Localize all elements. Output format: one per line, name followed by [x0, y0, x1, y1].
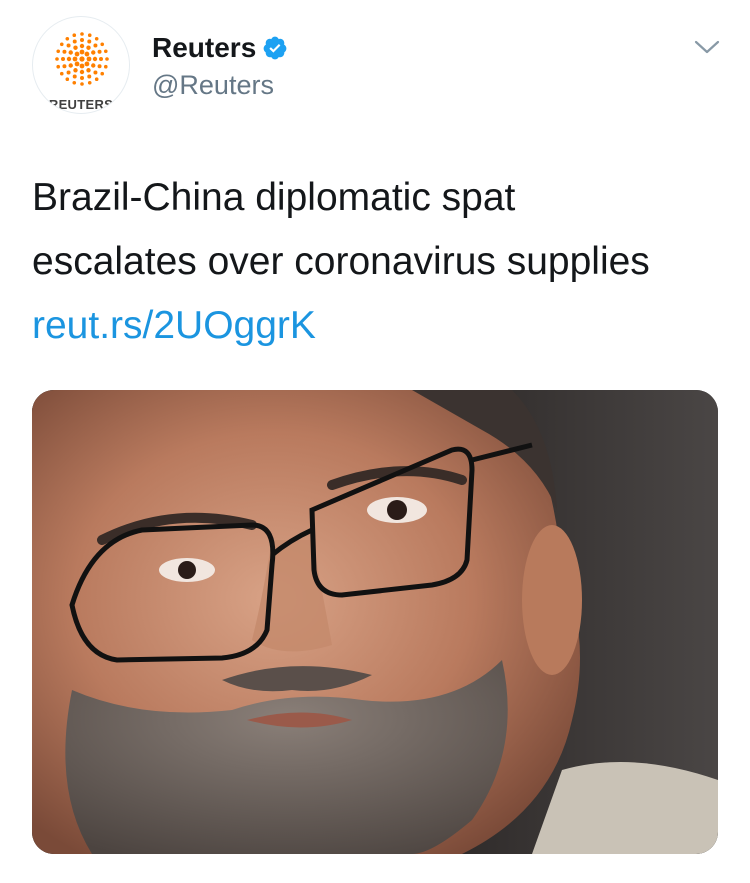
display-name[interactable]: Reuters	[152, 30, 256, 66]
name-row: Reuters	[152, 30, 288, 66]
user-handle[interactable]: @Reuters	[152, 68, 274, 102]
tweet-card[interactable]: REUTERS Reuters @Reuters Brazil-China di…	[0, 0, 750, 883]
avatar-label: REUTERS	[48, 97, 114, 112]
tweet-text: Brazil-China diplomatic spat escalates o…	[32, 166, 722, 358]
tweet-text-line: Brazil-China diplomatic spat	[32, 176, 516, 219]
chevron-down-icon[interactable]	[692, 36, 722, 58]
tweet-text-line: escalates over coronavirus supplies	[32, 240, 650, 283]
verified-badge-icon	[262, 35, 288, 61]
photo-of-man-with-glasses-icon	[32, 390, 718, 854]
tweet-media-image[interactable]	[32, 390, 718, 854]
avatar[interactable]: REUTERS	[32, 16, 130, 114]
tweet-link[interactable]: reut.rs/2UOggrK	[32, 294, 722, 358]
